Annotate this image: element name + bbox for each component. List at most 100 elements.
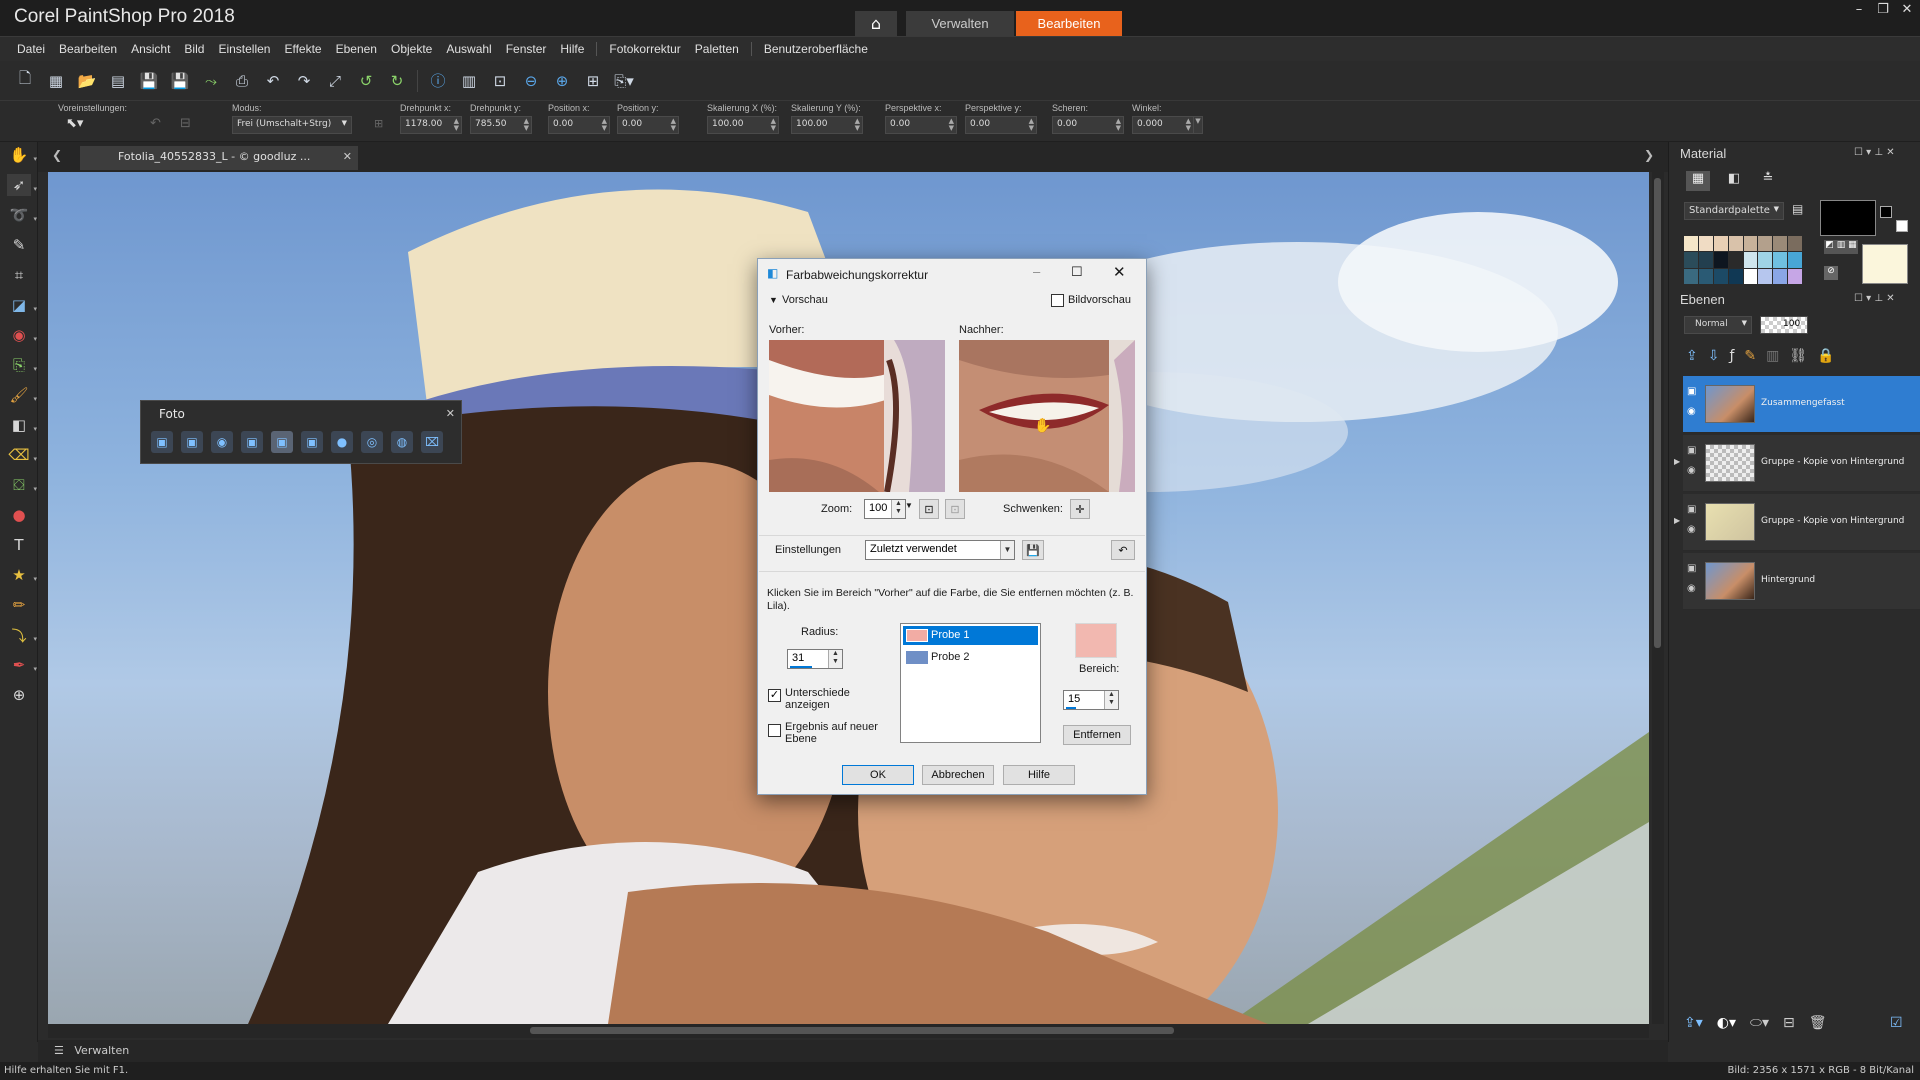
remove-button[interactable]: Entfernen: [1063, 725, 1131, 745]
close-icon[interactable]: ✕: [1113, 263, 1126, 281]
cancel-button[interactable]: Abbrechen: [922, 765, 994, 785]
swatch-grid-icon[interactable]: ▦: [1686, 171, 1710, 191]
add-tool-icon[interactable]: ⊕: [7, 684, 31, 706]
histogram-icon[interactable]: ▥: [458, 70, 480, 92]
eraser-tool-icon[interactable]: ⌫ ▾: [7, 444, 37, 466]
eye-icon[interactable]: ◉: [1687, 465, 1696, 476]
mask-layer-icon[interactable]: ⬭▾: [1750, 1015, 1769, 1031]
undo-icon[interactable]: ↺: [355, 70, 377, 92]
layer-row-merged[interactable]: ▣ ◉ Zusammengefasst: [1683, 376, 1920, 433]
save-icon[interactable]: 💾: [138, 70, 160, 92]
dropper-tool-icon[interactable]: ✎: [7, 234, 31, 256]
new-file-icon[interactable]: 🗋: [14, 69, 36, 92]
minimize-icon[interactable]: –: [1033, 264, 1040, 279]
background-color-swatch[interactable]: [1862, 244, 1908, 284]
image-preview-checkbox[interactable]: [1051, 294, 1064, 307]
photo-blend-icon[interactable]: ●: [331, 431, 353, 453]
fx-icon[interactable]: ƒ: [1729, 348, 1734, 364]
clone-tool-icon[interactable]: ⎘ ▾: [7, 354, 37, 376]
menu-effects[interactable]: Effekte: [277, 42, 328, 56]
menu-help[interactable]: Hilfe: [553, 42, 591, 56]
color-swatches[interactable]: [1684, 236, 1802, 284]
fill-tool-icon[interactable]: ⛋ ▾: [7, 474, 37, 496]
new-grid-icon[interactable]: ▦: [45, 70, 67, 92]
expand-icon[interactable]: ▶: [1674, 457, 1680, 466]
tab-scroll-right-icon[interactable]: ❯: [1644, 148, 1654, 162]
zoom-input[interactable]: 100 ▲ ▼: [864, 499, 906, 519]
smart-fix-icon[interactable]: ▣: [181, 431, 203, 453]
new-layer-icon[interactable]: ⇪▾: [1684, 1015, 1703, 1031]
menu-palettes[interactable]: Paletten: [688, 42, 746, 56]
rotate-left-icon[interactable]: ↶: [262, 70, 284, 92]
perspective-fix-icon[interactable]: ⌧: [421, 431, 443, 453]
before-preview[interactable]: [769, 340, 945, 492]
tab-manage[interactable]: Verwalten: [906, 11, 1014, 36]
panel-controls-icon[interactable]: ☐ ▾ ⊥ ✕: [1854, 293, 1895, 304]
help-button[interactable]: Hilfe: [1003, 765, 1075, 785]
pan-button[interactable]: ✛: [1070, 499, 1090, 519]
position-x-field[interactable]: 0.00 ▲ ▼: [548, 116, 610, 134]
mask-icon[interactable]: ▥: [1766, 348, 1779, 364]
zoom-actual-button[interactable]: ⊡: [945, 499, 965, 519]
paste-menu-icon[interactable]: ⎘▾: [613, 70, 635, 92]
adjustment-layer-icon[interactable]: ◐▾: [1717, 1015, 1736, 1031]
spin-arrows-icon[interactable]: ▲ ▼: [891, 500, 905, 518]
open-folder-icon[interactable]: 📂: [76, 70, 98, 92]
scale-x-field[interactable]: 100.00 ▲ ▼: [707, 116, 779, 134]
info-icon[interactable]: ⓘ: [427, 70, 449, 92]
gradient-icon[interactable]: ◧: [1722, 171, 1746, 191]
print-icon[interactable]: ⎙: [231, 70, 253, 92]
close-icon[interactable]: ✕: [446, 407, 455, 420]
red-eye-tool-icon[interactable]: ◉ ▾: [7, 324, 37, 346]
zoom-dropdown-icon[interactable]: ▼: [905, 501, 913, 510]
settings-select[interactable]: Zuletzt verwendet ▼: [865, 540, 1015, 560]
merge-icon[interactable]: ⊟: [1783, 1015, 1795, 1031]
menu-window[interactable]: Fenster: [499, 42, 554, 56]
retro-lab-icon[interactable]: ◎: [361, 431, 383, 453]
radius-slider[interactable]: [790, 666, 812, 668]
menu-adjust[interactable]: Einstellen: [211, 42, 277, 56]
straighten-tool-icon[interactable]: ◪ ▾: [7, 294, 37, 316]
warp-tool-icon[interactable]: ⤵ ▾: [7, 624, 37, 646]
share-icon[interactable]: ⤳: [200, 70, 222, 92]
perspective-y-field[interactable]: 0.00 ▲ ▼: [965, 116, 1037, 134]
sample-color-swatch[interactable]: [1075, 623, 1117, 658]
menu-view[interactable]: Ansicht: [124, 42, 177, 56]
sample-item-2[interactable]: Probe 2: [903, 648, 1038, 667]
layer-row-background[interactable]: ▣ ◉ Hintergrund: [1683, 553, 1920, 610]
show-differences-checkbox[interactable]: ✓: [768, 689, 781, 702]
mini-fg-swatch[interactable]: [1880, 206, 1892, 218]
crop-tool-icon[interactable]: ⌗: [7, 264, 31, 286]
picture-tube-icon[interactable]: ●: [7, 504, 31, 526]
pan-tool-icon[interactable]: ✋ ▾: [7, 144, 37, 166]
mini-bg-swatch[interactable]: [1896, 220, 1908, 232]
home-button[interactable]: ⌂: [855, 11, 897, 36]
scan-icon[interactable]: ▤: [107, 70, 129, 92]
pattern-icon[interactable]: ≛: [1756, 171, 1780, 191]
zoom-fit-button[interactable]: ⊡: [919, 499, 939, 519]
shape-tool-icon[interactable]: ★ ▾: [7, 564, 37, 586]
tab-scroll-left-icon[interactable]: ❮: [52, 148, 62, 162]
after-preview[interactable]: [959, 340, 1135, 492]
minimize-icon[interactable]: –: [1848, 2, 1870, 20]
link-icon[interactable]: ⛓: [1789, 348, 1807, 364]
menu-image[interactable]: Bild: [177, 42, 211, 56]
ok-button[interactable]: OK: [842, 765, 914, 785]
range-slider[interactable]: [1066, 707, 1076, 709]
text-tool-icon[interactable]: T: [7, 534, 31, 556]
fit-window-icon[interactable]: ⊡: [489, 70, 511, 92]
preview-toggle-label[interactable]: Vorschau: [782, 294, 828, 306]
opacity-field[interactable]: 100: [1760, 316, 1808, 334]
one-step-fix-icon[interactable]: ▣: [151, 431, 173, 453]
angle-field[interactable]: 0.000 ▲ ▼: [1132, 116, 1194, 134]
pivot-x-field[interactable]: 1178.00 ▲ ▼: [400, 116, 462, 134]
menu-selection[interactable]: Auswahl: [439, 42, 498, 56]
red-eye-fix-icon[interactable]: ◉: [211, 431, 233, 453]
close-icon[interactable]: ✕: [1896, 2, 1918, 20]
shear-field[interactable]: 0.00 ▲ ▼: [1052, 116, 1124, 134]
eye-icon[interactable]: ◉: [1687, 583, 1696, 594]
manage-toggle[interactable]: ☰ Verwalten: [54, 1044, 129, 1057]
position-y-field[interactable]: 0.00 ▲ ▼: [617, 116, 679, 134]
layers-options-icon[interactable]: ☑: [1890, 1015, 1903, 1031]
depth-of-field-icon[interactable]: ▣: [241, 431, 263, 453]
